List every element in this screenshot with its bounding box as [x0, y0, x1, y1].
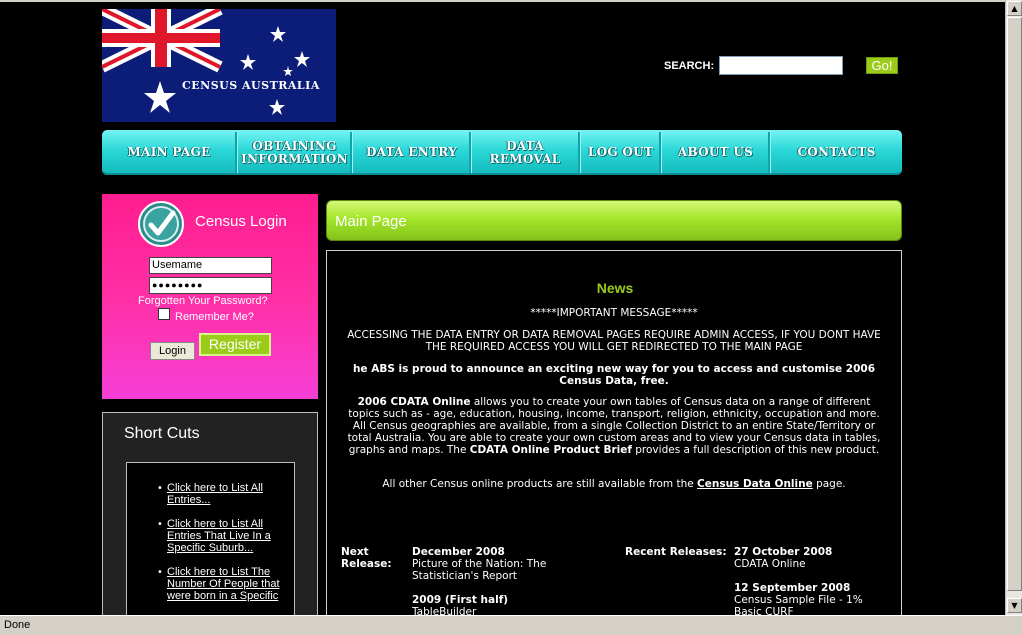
announcement: he ABS is proud to announce an exciting …: [352, 363, 876, 387]
recent-release-2-date: 12 September 2008: [734, 582, 851, 594]
bullet: •: [157, 483, 163, 494]
main-nav: MAIN PAGE OBTAINING INFORMATION DATA ENT…: [102, 130, 902, 175]
password-field[interactable]: ●●●●●●●●: [149, 277, 272, 294]
other-post: page.: [812, 478, 846, 490]
browser-viewport: CENSUS AUSTRALIA SEARCH: Go! MAIN PAGE O…: [0, 0, 1005, 615]
cdata-name: 2006 CDATA Online: [357, 396, 471, 408]
recent-release-2-text: Census Sample File - 1% Basic CURF: [734, 594, 863, 615]
cdata-paragraph: 2006 CDATA Online allows you to create y…: [341, 396, 887, 456]
census-australia-logo[interactable]: CENSUS AUSTRALIA: [102, 9, 336, 122]
search-input[interactable]: [719, 56, 843, 75]
nav-data-removal[interactable]: DATA REMOVAL: [472, 130, 578, 175]
shortcut-list-suburb[interactable]: Click here to List All Entries That Live…: [167, 518, 285, 554]
nav-about-us[interactable]: ABOUT US: [662, 130, 769, 175]
scrollbar-thumb[interactable]: [1007, 17, 1022, 591]
status-text: Done: [4, 619, 31, 631]
page-title: Main Page: [335, 213, 407, 230]
username-field[interactable]: Usemame: [149, 257, 272, 274]
nav-log-out[interactable]: LOG OUT: [581, 130, 660, 175]
search-label: SEARCH:: [664, 60, 715, 72]
login-title: Census Login: [195, 213, 287, 230]
shortcuts-panel: Short Cuts • Click here to List All Entr…: [102, 412, 318, 615]
australian-flag-icon: [102, 9, 336, 122]
recent-release-1-text: CDATA Online: [734, 558, 806, 570]
next-release-1-date: December 2008: [412, 546, 505, 558]
other-products: All other Census online products are sti…: [341, 478, 887, 490]
next-release-2-date: 2009 (First half): [412, 594, 509, 606]
main-content: News *****IMPORTANT MESSAGE***** ACCESSI…: [326, 250, 902, 615]
window-top-edge: [0, 0, 1022, 2]
scroll-down-icon[interactable]: ▼: [1007, 598, 1022, 613]
nav-data-entry[interactable]: DATA ENTRY: [353, 130, 470, 175]
main-page-header: Main Page: [326, 200, 902, 241]
bullet: •: [157, 519, 163, 530]
cdata-text-2: provides a full description of this new …: [631, 444, 880, 456]
nav-contacts[interactable]: CONTACTS: [771, 130, 902, 175]
important-message: *****IMPORTANT MESSAGE*****: [530, 307, 698, 319]
shortcuts-title: Short Cuts: [124, 425, 200, 442]
logo-text: CENSUS AUSTRALIA: [182, 79, 320, 92]
next-release-label: Next Release:: [341, 546, 392, 570]
census-data-online-link[interactable]: Census Data Online: [697, 478, 813, 490]
next-release-2-text: TableBuilder: [412, 606, 477, 615]
admin-notice: ACCESSING THE DATA ENTRY OR DATA REMOVAL…: [347, 329, 881, 353]
search-go-button[interactable]: Go!: [866, 57, 898, 74]
nav-obtaining-information[interactable]: OBTAINING INFORMATION: [238, 130, 351, 175]
vertical-scrollbar[interactable]: ▲ ▼: [1005, 0, 1022, 615]
checkmark-icon: [138, 201, 184, 247]
status-bar: Done: [0, 615, 1022, 635]
shortcut-list-born[interactable]: Click here to List The Number Of People …: [167, 566, 285, 602]
news-heading: News: [596, 280, 634, 296]
shortcut-list-all[interactable]: Click here to List All Entries...: [167, 482, 285, 506]
other-pre: All other Census online products are sti…: [382, 478, 698, 490]
bullet: •: [157, 567, 163, 578]
recent-release-1-date: 27 October 2008: [734, 546, 833, 558]
forgot-password-link[interactable]: Forgotten Your Password?: [138, 295, 268, 307]
shortcuts-list: • Click here to List All Entries... • Cl…: [126, 462, 295, 615]
login-panel: Census Login Usemame ●●●●●●●● Forgotten …: [102, 194, 318, 399]
register-button[interactable]: Register: [199, 333, 271, 356]
recent-releases-label: Recent Releases:: [625, 546, 727, 558]
remember-me-checkbox[interactable]: [158, 308, 170, 320]
login-button[interactable]: Login: [150, 342, 195, 360]
cdata-brief: CDATA Online Product Brief: [469, 444, 632, 456]
remember-me-label: Remember Me?: [175, 311, 254, 323]
next-release-1-text: Picture of the Nation: The Statistician'…: [412, 558, 547, 582]
scroll-up-icon[interactable]: ▲: [1007, 1, 1022, 16]
nav-main-page[interactable]: MAIN PAGE: [102, 130, 236, 175]
